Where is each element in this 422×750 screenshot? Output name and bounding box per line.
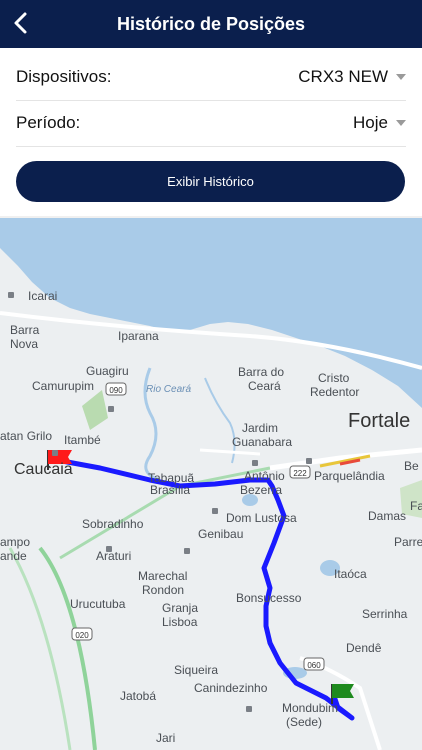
road-shield-020: 020	[71, 627, 93, 641]
map-label-parquelandia: Parquelândia	[314, 469, 385, 483]
map-label-rondon: Rondon	[142, 583, 184, 597]
map-label-marechal: Marechal	[138, 569, 187, 583]
map-label-camurupim: Camurupim	[32, 379, 94, 393]
map-label-sobradinho: Sobradinho	[82, 517, 144, 531]
road-shield-222: 222	[289, 465, 311, 479]
map-label-guanabara: Guanabara	[232, 435, 292, 449]
map-label-dom-lustosa: Dom Lustosa	[226, 511, 297, 525]
map-label-canindezinho: Canindezinho	[194, 681, 268, 695]
map-label-nova: Nova	[10, 337, 38, 351]
dropdown-caret-icon	[396, 74, 406, 80]
map-label-catan-grilo: atan Grilo	[0, 429, 52, 443]
page-title: Histórico de Posições	[116, 14, 306, 34]
map-label-mondubim: Mondubim	[282, 701, 338, 715]
map-label-jatoba: Jatobá	[120, 689, 156, 703]
map-label-serrinha: Serrinha	[362, 607, 408, 621]
map-label-lisboa: Lisboa	[162, 615, 198, 629]
svg-text:222: 222	[293, 469, 307, 478]
device-selector-row[interactable]: Dispositivos: CRX3 NEW	[16, 54, 406, 101]
map-label-antonio: Antônio	[244, 469, 285, 483]
road-shield-090: 090	[105, 382, 127, 396]
map-label-granja: Granja	[162, 601, 198, 615]
svg-text:020: 020	[75, 631, 89, 640]
period-value: Hoje	[353, 113, 388, 132]
map-label-redentor: Redentor	[310, 385, 359, 399]
device-select[interactable]: CRX3 NEW	[298, 67, 406, 87]
map-label-be: Be	[404, 459, 419, 473]
dropdown-caret-icon	[396, 120, 406, 126]
map-label-dende: Dendê	[346, 641, 382, 655]
map-label-itaoca: Itaóca	[334, 567, 367, 581]
map-view[interactable]: 090 222 020 060 Icarai Barra Nova Iparan…	[0, 218, 422, 750]
map-label-guagiru: Guagiru	[86, 364, 129, 378]
map-label-bezerra: Bezerra	[240, 483, 282, 497]
app-header: Histórico de Posições	[0, 0, 422, 48]
map-label-jari: Jari	[156, 731, 175, 745]
map-label-fa: Fa	[410, 499, 422, 513]
map-label-cristo: Cristo	[318, 371, 350, 385]
map-label-caucaia: Caucaia	[14, 461, 73, 478]
map-label-fortaleza: Fortale	[348, 410, 410, 432]
svg-text:090: 090	[109, 386, 123, 395]
map-label-damas: Damas	[368, 509, 406, 523]
map-label-ceara: Ceará	[248, 379, 281, 393]
show-history-button[interactable]: Exibir Histórico	[16, 161, 405, 202]
device-label: Dispositivos:	[16, 67, 112, 86]
map-label-jardim: Jardim	[242, 421, 278, 435]
map-label-barra-do: Barra do	[238, 365, 284, 379]
map-label-urucutuba: Urucutuba	[70, 597, 126, 611]
map-label-araturi: Araturi	[96, 549, 131, 563]
road-shield-060: 060	[303, 657, 325, 671]
map-label-rio-ceara: Rio Ceará	[146, 384, 191, 395]
svg-text:060: 060	[307, 661, 321, 670]
map-label-genibau: Genibau	[198, 527, 243, 541]
map-label-barra: Barra	[10, 323, 40, 337]
map-label-campo: ampo	[0, 535, 30, 549]
map-label-icarai: Icarai	[28, 289, 57, 303]
map-canvas[interactable]: 090 222 020 060 Icarai Barra Nova Iparan…	[0, 218, 422, 750]
period-label: Período:	[16, 113, 81, 132]
map-label-itambe: Itambé	[64, 433, 101, 447]
period-selector-row[interactable]: Período: Hoje	[16, 100, 406, 147]
map-label-parre: Parre	[394, 535, 422, 549]
device-value: CRX3 NEW	[298, 67, 388, 86]
period-select[interactable]: Hoje	[353, 113, 406, 133]
map-label-siqueira: Siqueira	[174, 663, 218, 677]
map-label-sede: (Sede)	[286, 715, 322, 729]
map-label-brasilia: Brasília	[150, 483, 190, 497]
map-label-iparana: Iparana	[118, 329, 159, 343]
map-label-grande: ande	[0, 549, 27, 563]
map-label-bonsucesso: Bonsucesso	[236, 591, 302, 605]
